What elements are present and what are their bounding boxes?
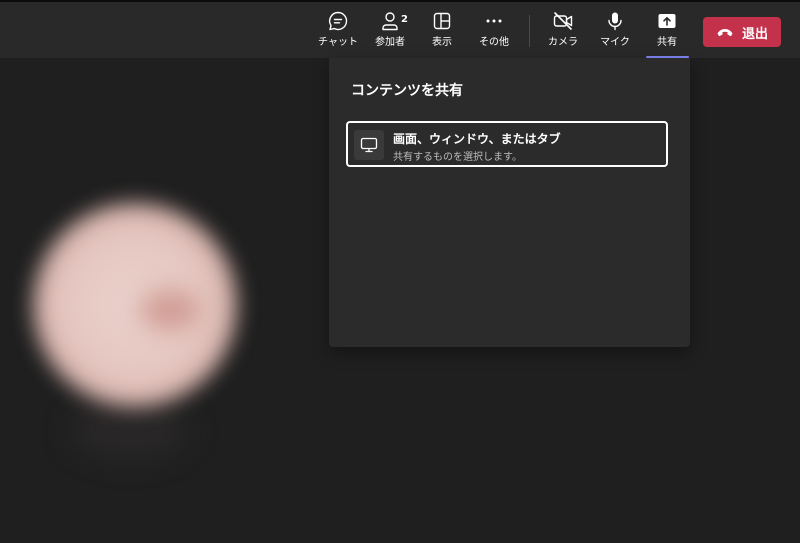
participant-avatar-tone [140, 290, 200, 330]
share-screen-option[interactable]: 画面、ウィンドウ、またはタブ 共有するものを選択します。 [346, 121, 668, 167]
chat-label: チャット [318, 37, 358, 48]
camera-label: カメラ [548, 37, 578, 48]
mic-label: マイク [600, 37, 630, 48]
share-button[interactable]: 共有 [642, 10, 692, 56]
leave-button[interactable]: 退出 [703, 17, 781, 47]
meeting-window: チャット 2 参加者 表示 その他 カメラ マイク 共有 退出 コンテンツを共有… [0, 0, 800, 543]
participants-count: 2 [401, 14, 408, 25]
participants-label: 参加者 [375, 37, 405, 48]
chat-icon [327, 10, 349, 32]
panel-title: コンテンツを共有 [351, 83, 463, 99]
more-label: その他 [479, 37, 509, 48]
share-option-title: 画面、ウィンドウ、またはタブ [393, 132, 561, 146]
more-dots-icon [483, 10, 505, 32]
camera-off-icon [552, 10, 574, 32]
chat-button[interactable]: チャット [313, 10, 363, 56]
share-option-subtitle: 共有するものを選択します。 [393, 152, 522, 163]
layout-grid-icon [431, 10, 453, 32]
participants-button[interactable]: 2 参加者 [365, 10, 415, 56]
participant-avatar [30, 200, 240, 410]
mic-icon [604, 10, 626, 32]
mic-button[interactable]: マイク [590, 10, 640, 56]
toolbar-divider [529, 15, 530, 47]
share-label: 共有 [657, 37, 677, 48]
camera-button[interactable]: カメラ [538, 10, 588, 56]
monitor-icon [354, 130, 384, 160]
share-upload-icon [656, 10, 678, 32]
view-label: 表示 [432, 37, 452, 48]
hang-up-icon [716, 23, 734, 42]
people-icon: 2 [379, 10, 408, 32]
leave-label: 退出 [741, 26, 768, 42]
share-content-panel: コンテンツを共有 画面、ウィンドウ、またはタブ 共有するものを選択します。 [329, 58, 690, 347]
more-button[interactable]: その他 [469, 10, 519, 56]
view-button[interactable]: 表示 [417, 10, 467, 56]
meeting-toolbar: チャット 2 参加者 表示 その他 カメラ マイク 共有 退出 [0, 0, 800, 58]
